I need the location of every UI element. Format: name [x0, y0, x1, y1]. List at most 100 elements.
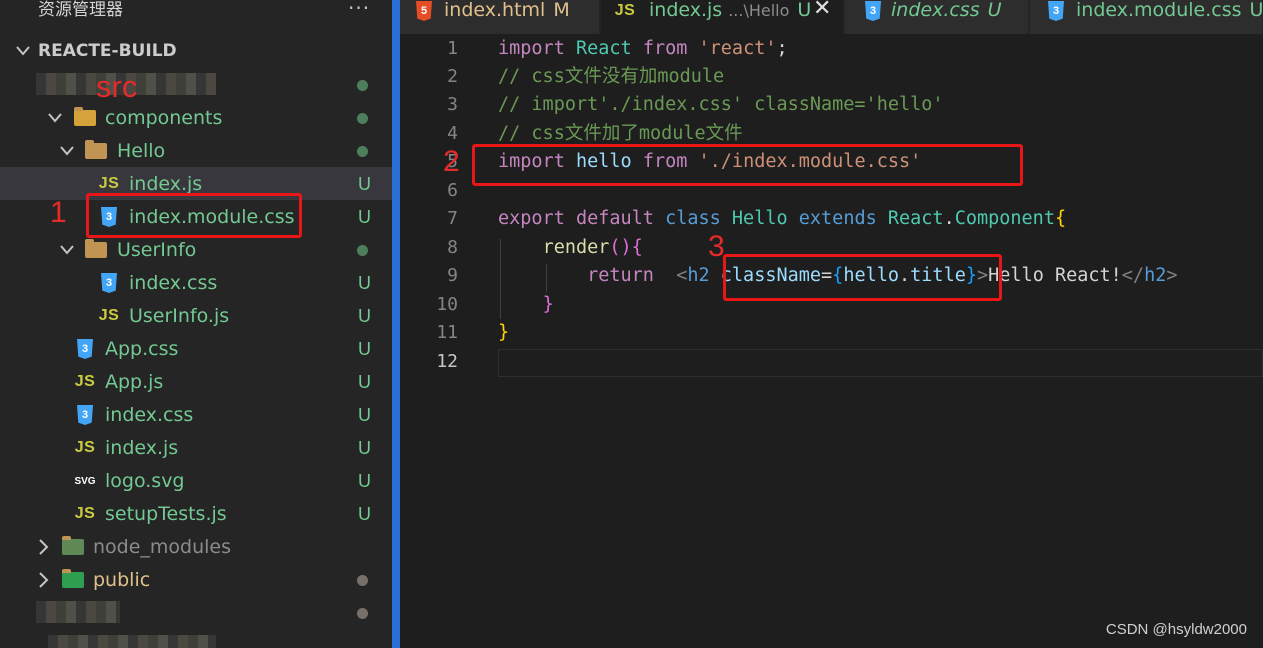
tree-item-app-css[interactable]: 3 App.css U	[0, 332, 392, 365]
svg-file-icon: SVG	[74, 475, 96, 487]
explorer-title: 资源管理器	[38, 0, 123, 20]
line-number: 2	[447, 66, 458, 87]
tab-index-js[interactable]: JS index.js ...\Hello U ✕	[601, 0, 844, 34]
tab-path-hint: ...\Hello	[728, 1, 790, 20]
tree-item-label: index.js	[105, 437, 179, 459]
code-line: 11 }	[400, 319, 1263, 347]
line-number: 11	[436, 322, 458, 343]
code-line: 7 export default class Hello extends Rea…	[400, 205, 1263, 233]
javascript-file-icon: JS	[98, 175, 120, 192]
tree-item-public[interactable]: public	[0, 563, 392, 596]
tree-item-label: App.js	[105, 371, 164, 393]
root-folder-name: REACTE-BUILD	[38, 41, 177, 61]
more-actions-icon[interactable]: ···	[348, 0, 370, 20]
annotation-box-3	[723, 254, 1002, 301]
tree-item-node-modules[interactable]: node_modules	[0, 530, 392, 563]
tree-item-hello[interactable]: Hello	[0, 134, 392, 167]
chevron-down-icon	[16, 46, 30, 56]
css-file-icon: 3	[74, 338, 96, 360]
chevron-right-icon	[39, 539, 49, 555]
annotation-number-2: 2	[443, 145, 460, 178]
git-status-untracked: U	[358, 405, 371, 425]
src-folder-row[interactable]	[0, 68, 392, 101]
git-status-untracked: U	[358, 471, 371, 491]
tree-item-label: Hello	[117, 140, 166, 162]
tree-item-src-index-css[interactable]: 3 index.css U	[0, 398, 392, 431]
tree-item-label: App.css	[105, 338, 179, 360]
folder-public-icon	[62, 569, 84, 591]
javascript-file-icon: JS	[74, 505, 96, 522]
line-number: 3	[447, 94, 458, 115]
line-number: 4	[447, 123, 458, 144]
tab-status: U	[987, 0, 1002, 21]
tab-index-html[interactable]: 5 index.html M	[400, 0, 600, 34]
chevron-right-icon	[39, 572, 49, 588]
code-line: 3 // import'./index.css' className='hell…	[400, 91, 1263, 119]
folder-open-icon	[85, 140, 107, 162]
chevron-down-icon	[60, 146, 74, 156]
annotation-number-3: 3	[708, 230, 725, 263]
modified-dot	[357, 80, 368, 91]
line-number: 10	[436, 294, 458, 315]
modified-dot	[357, 245, 368, 256]
tree-item-components[interactable]: components	[0, 101, 392, 134]
watermark: CSDN @hsyldw2000	[1105, 621, 1247, 638]
javascript-file-icon: JS	[98, 307, 120, 324]
tree-item-src-index-js[interactable]: JS index.js U	[0, 431, 392, 464]
git-status-untracked: U	[358, 306, 371, 326]
tree-item-label: node_modules	[93, 536, 232, 558]
code-comment: // import'./index.css' className='hello'	[498, 94, 944, 115]
tree-item-label: index.css	[105, 404, 194, 426]
folder-components-icon	[74, 107, 96, 129]
code-editor[interactable]: 1 import React from 'react'; 2 // css文件没…	[400, 34, 1263, 648]
git-status-untracked: U	[358, 174, 371, 194]
tab-label: index.html	[444, 0, 546, 21]
chevron-down-icon	[60, 245, 74, 255]
tab-index-css[interactable]: 3 index.css U	[845, 0, 1029, 34]
tree-item-label: components	[105, 107, 223, 129]
git-status-untracked: U	[358, 372, 371, 392]
tab-label: index.js	[649, 0, 723, 21]
annotation-number-1: 1	[50, 196, 67, 229]
tree-item-index-css[interactable]: 3 index.css U	[0, 266, 392, 299]
tab-label: index.css	[891, 0, 980, 21]
tab-index-module-css[interactable]: 3 index.module.css U	[1030, 0, 1263, 34]
javascript-file-icon: JS	[74, 373, 96, 390]
javascript-file-icon: JS	[614, 2, 636, 19]
folder-node-icon	[62, 536, 84, 558]
html-file-icon: 5	[414, 1, 434, 21]
explorer-sidebar: 资源管理器 ··· REACTE-BUILD src components He…	[0, 0, 392, 648]
redacted-row	[0, 629, 392, 648]
tree-item-label: public	[93, 569, 151, 591]
css-file-icon: 3	[863, 1, 883, 21]
tree-item-setuptests-js[interactable]: JS setupTests.js U	[0, 497, 392, 530]
tree-item-label: setupTests.js	[105, 503, 227, 525]
modified-dot	[357, 113, 368, 124]
explorer-root-folder[interactable]: REACTE-BUILD	[0, 38, 392, 64]
tree-item-userinfo-js[interactable]: JS UserInfo.js U	[0, 299, 392, 332]
tree-item-logo-svg[interactable]: SVG logo.svg U	[0, 464, 392, 497]
src-annotation: src	[96, 69, 138, 104]
git-status-untracked: U	[358, 504, 371, 524]
modified-dot	[357, 575, 368, 586]
git-status-untracked: U	[358, 339, 371, 359]
line-number: 1	[447, 38, 458, 59]
close-icon[interactable]: ✕	[813, 0, 831, 21]
annotation-box-1	[86, 193, 302, 238]
javascript-file-icon: JS	[74, 439, 96, 456]
css-file-icon: 3	[1046, 1, 1066, 21]
redacted-row	[0, 596, 392, 629]
annotation-box-2	[472, 144, 1023, 186]
css-file-icon: 3	[74, 404, 96, 426]
tab-status: M	[553, 0, 570, 21]
modified-dot	[357, 146, 368, 157]
tab-label: index.module.css	[1076, 0, 1242, 21]
editor-tab-bar: 5 index.html M JS index.js ...\Hello U ✕ 3 …	[400, 0, 1263, 34]
line-number: 6	[447, 180, 458, 201]
code-line: 2 // css文件没有加module	[400, 63, 1263, 91]
tree-item-label: UserInfo	[117, 239, 197, 261]
tree-item-app-js[interactable]: JS App.js U	[0, 365, 392, 398]
tree-item-label: UserInfo.js	[129, 305, 230, 327]
chevron-down-icon	[48, 113, 62, 123]
code-line: 1 import React from 'react';	[400, 35, 1263, 63]
